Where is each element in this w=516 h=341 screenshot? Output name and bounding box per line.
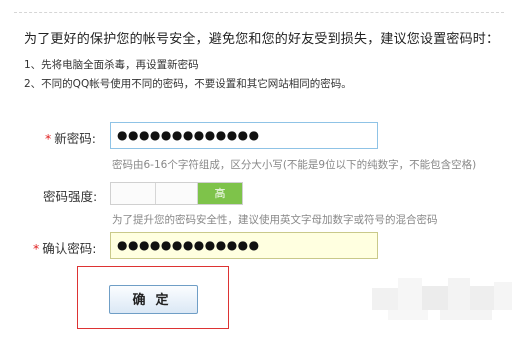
required-mark: * bbox=[33, 241, 40, 256]
password-strength-meter: 高 bbox=[110, 182, 243, 205]
confirm-password-label-group: * 确认密码: bbox=[33, 238, 96, 257]
strength-segment-medium bbox=[156, 183, 198, 204]
new-password-label-group: * 新密码: bbox=[45, 128, 96, 147]
top-divider bbox=[14, 12, 504, 13]
strength-hint: 为了提升您的密码安全性，建议使用英文字母加数字或符号的混合密码 bbox=[112, 214, 438, 226]
required-mark: * bbox=[45, 131, 52, 146]
new-password-input[interactable]: ●●●●●●●●●●●●● bbox=[110, 122, 378, 149]
tip-antivirus: 1、先将电脑全面杀毒，再设置新密码 bbox=[24, 59, 199, 71]
confirm-password-input[interactable]: ●●●●●●●●●●●●● bbox=[110, 232, 378, 259]
confirm-password-label: 确认密码: bbox=[42, 241, 97, 256]
strength-segment-low bbox=[111, 183, 156, 204]
intro-text: 为了更好的保护您的帐号安全，避免您和您的好友受到损失，建议您设置密码时： bbox=[24, 32, 500, 47]
strength-label: 密码强度: bbox=[43, 189, 98, 204]
new-password-label: 新密码: bbox=[54, 131, 96, 146]
tip-unique-password: 2、不同的QQ帐号使用不同的密码，不要设置和其它网站相同的密码。 bbox=[24, 78, 352, 90]
confirm-button[interactable]: 确定 bbox=[109, 285, 198, 314]
strength-segment-high: 高 bbox=[198, 183, 242, 204]
new-password-hint: 密码由6-16个字符组成，区分大小写(不能是9位以下的纯数字，不能包含空格) bbox=[112, 159, 477, 171]
